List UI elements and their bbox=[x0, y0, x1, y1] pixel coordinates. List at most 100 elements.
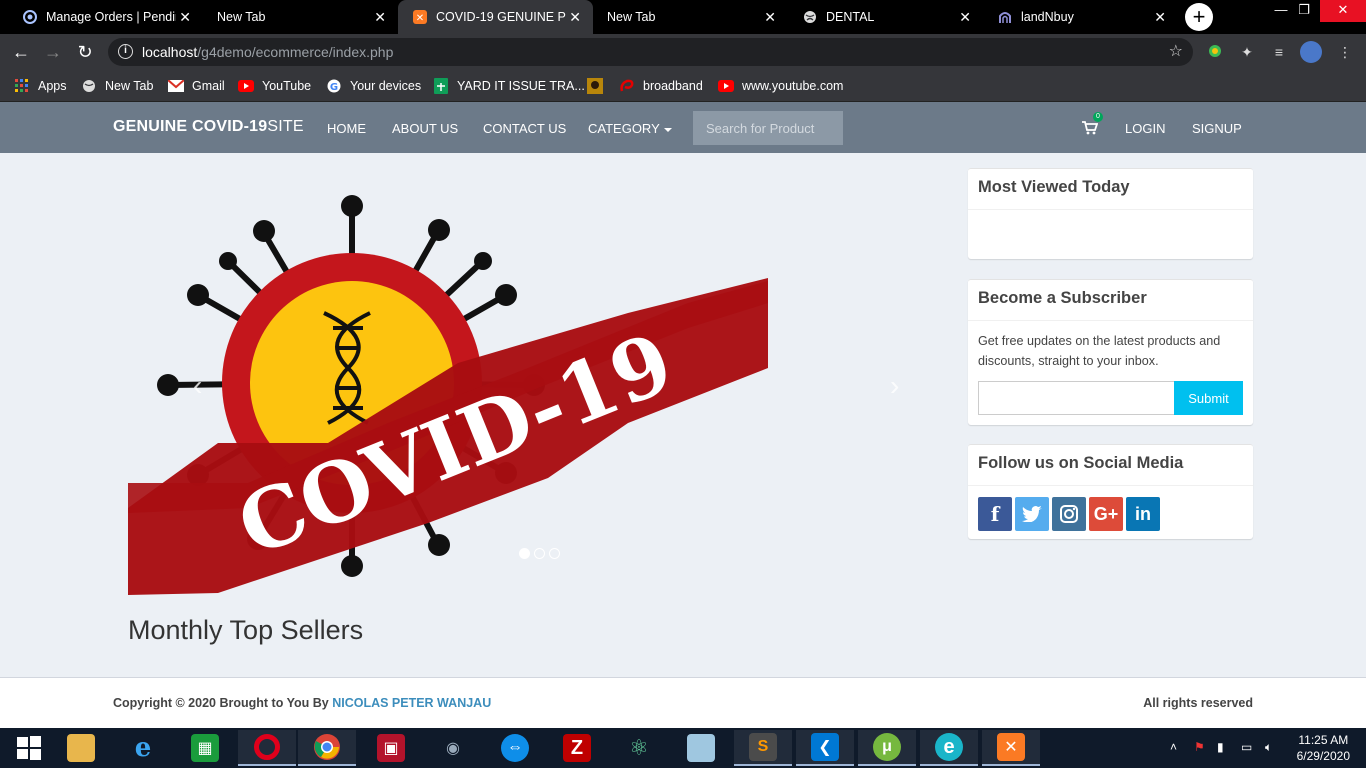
taskbar-opera[interactable] bbox=[238, 730, 296, 766]
bookmark-your-devices[interactable]: G Your devices bbox=[326, 77, 421, 95]
shopping-cart-icon[interactable] bbox=[1082, 121, 1098, 135]
media-queue-icon[interactable]: ≡ bbox=[1270, 43, 1288, 61]
taskbar-filezilla[interactable]: Z bbox=[548, 730, 606, 766]
taskbar-teamviewer[interactable]: ⇔ bbox=[486, 730, 544, 766]
back-button[interactable]: ← bbox=[10, 41, 32, 63]
system-clock[interactable]: 11:25 AM 6/29/2020 bbox=[1297, 732, 1350, 764]
bookmark-apps[interactable]: Apps bbox=[14, 77, 67, 95]
extension-icon[interactable] bbox=[1206, 43, 1224, 61]
window-close-button[interactable]: ✕ bbox=[1320, 0, 1366, 22]
bookmark-label: Gmail bbox=[192, 79, 225, 93]
bookmark-broadband[interactable]: broadband bbox=[619, 77, 703, 95]
browser-tab[interactable]: New Tab ✕ bbox=[203, 0, 398, 34]
taskbar-chrome[interactable] bbox=[298, 730, 356, 766]
browser-tab[interactable]: Manage Orders | Pending ✕ bbox=[8, 0, 203, 34]
browser-tab[interactable]: landNbuy ✕ bbox=[983, 0, 1178, 34]
taskbar-internet-explorer[interactable]: e bbox=[114, 730, 172, 766]
taskbar-notes[interactable] bbox=[672, 730, 730, 766]
carousel-prev-button[interactable]: ‹ bbox=[193, 370, 202, 402]
youtube-icon bbox=[718, 78, 734, 94]
submit-button[interactable]: Submit bbox=[1174, 381, 1243, 415]
windows-taskbar: e ▦ ▣ ◉ ⇔ Z ⚛ S ❮ μ e ✕ ˄ ⚑ ▮ ▭ 🔈︎ 11:25… bbox=[0, 728, 1366, 768]
browser-tab[interactable]: DENTAL ✕ bbox=[788, 0, 983, 34]
nav-about-us[interactable]: ABOUT US bbox=[392, 121, 458, 136]
url-path: /g4demo/ecommerce/index.php bbox=[197, 44, 394, 60]
carousel-next-button[interactable]: › bbox=[890, 370, 899, 402]
bookmark-photo[interactable] bbox=[587, 77, 611, 95]
tab-title: New Tab bbox=[607, 10, 656, 24]
bookmark-star-icon[interactable]: ☆ bbox=[1169, 38, 1183, 66]
subscriber-email-input[interactable] bbox=[978, 381, 1174, 415]
menu-dots-icon[interactable]: ⋮ bbox=[1336, 43, 1354, 61]
profile-avatar[interactable] bbox=[1300, 41, 1322, 63]
tab-title: New Tab bbox=[217, 10, 266, 24]
close-icon[interactable]: ✕ bbox=[179, 9, 191, 25]
brand-light: SITE bbox=[267, 118, 304, 135]
address-bar[interactable]: i localhost/g4demo/ecommerce/index.php ☆ bbox=[108, 38, 1193, 66]
nav-category-dropdown[interactable]: CATEGORY bbox=[588, 121, 672, 136]
close-icon[interactable]: ✕ bbox=[374, 9, 386, 25]
taskbar-app[interactable]: ◉ bbox=[424, 730, 482, 766]
bookmark-label: Your devices bbox=[350, 79, 422, 93]
filezilla-icon: Z bbox=[563, 734, 591, 762]
product-search-input[interactable] bbox=[693, 111, 843, 145]
bookmark-youtube[interactable]: YouTube bbox=[238, 77, 311, 95]
author-link[interactable]: NICOLAS PETER WANJAU bbox=[332, 696, 491, 710]
reload-button[interactable]: ↻ bbox=[74, 41, 96, 63]
taskbar-atom[interactable]: ⚛ bbox=[610, 730, 668, 766]
linkedin-icon[interactable]: in bbox=[1126, 497, 1160, 531]
nav-contact-us[interactable]: CONTACT US bbox=[483, 121, 566, 136]
taskbar-xampp[interactable]: ✕ bbox=[982, 730, 1040, 766]
browser-toolbar: ← → ↻ i localhost/g4demo/ecommerce/index… bbox=[0, 34, 1366, 70]
close-icon[interactable]: ✕ bbox=[1154, 9, 1166, 25]
taskbar-utorrent[interactable]: μ bbox=[858, 730, 916, 766]
taskbar-edge-app[interactable]: e bbox=[920, 730, 978, 766]
tray-battery-icon[interactable]: ▮ bbox=[1217, 740, 1224, 754]
taskbar-file-explorer[interactable] bbox=[52, 730, 110, 766]
tab-title: landNbuy bbox=[1021, 10, 1074, 24]
extensions-puzzle-icon[interactable]: ✦ bbox=[1238, 43, 1256, 61]
nav-home[interactable]: HOME bbox=[327, 121, 366, 136]
info-icon[interactable]: i bbox=[118, 44, 133, 59]
bookmark-label: YouTube bbox=[262, 79, 312, 93]
nav-login[interactable]: LOGIN bbox=[1125, 121, 1165, 136]
hero-carousel[interactable]: COVID-19 bbox=[128, 153, 768, 595]
tray-volume-icon[interactable]: 🔈︎ bbox=[1265, 740, 1272, 755]
tray-network-icon[interactable]: ▭ bbox=[1241, 740, 1252, 754]
e-app-icon: e bbox=[935, 733, 963, 761]
start-button[interactable] bbox=[0, 730, 58, 766]
xampp-icon: ✕ bbox=[412, 9, 428, 25]
carousel-indicator[interactable] bbox=[549, 548, 560, 559]
carousel-indicator[interactable] bbox=[519, 548, 530, 559]
taskbar-sublime[interactable]: S bbox=[734, 730, 792, 766]
taskbar-store[interactable]: ▦ bbox=[176, 730, 234, 766]
facebook-icon[interactable]: f bbox=[978, 497, 1012, 531]
site-brand[interactable]: GENUINE COVID-19SITE bbox=[113, 118, 304, 136]
airtel-icon bbox=[619, 78, 635, 94]
restore-button[interactable]: ❐ bbox=[1285, 0, 1323, 22]
close-icon[interactable]: ✕ bbox=[764, 9, 776, 25]
tray-chevron-icon[interactable]: ˄ bbox=[1170, 740, 1177, 754]
tray-flag-icon[interactable]: ⚑ bbox=[1194, 740, 1205, 754]
forward-button[interactable]: → bbox=[42, 41, 64, 63]
nav-signup[interactable]: SIGNUP bbox=[1192, 121, 1242, 136]
bookmark-youtube-com[interactable]: www.youtube.com bbox=[718, 77, 843, 95]
box-title: Become a Subscriber bbox=[968, 280, 1253, 321]
bookmark-new-tab[interactable]: New Tab bbox=[81, 77, 153, 95]
subscriber-box: Become a Subscriber Get free updates on … bbox=[968, 279, 1253, 425]
taskbar-app[interactable]: ▣ bbox=[362, 730, 420, 766]
close-icon[interactable]: ✕ bbox=[959, 9, 971, 25]
browser-tab[interactable]: New Tab ✕ bbox=[593, 0, 788, 34]
close-icon[interactable]: ✕ bbox=[569, 9, 581, 25]
instagram-icon[interactable] bbox=[1052, 497, 1086, 531]
bookmark-yard-it[interactable]: YARD IT ISSUE TRA... bbox=[433, 77, 585, 95]
bookmark-gmail[interactable]: Gmail bbox=[168, 77, 225, 95]
browser-tab-active[interactable]: ✕ COVID-19 GENUINE PRODUCTS ✕ bbox=[398, 0, 593, 34]
section-title: Monthly Top Sellers bbox=[128, 615, 364, 645]
new-tab-button[interactable]: + bbox=[1185, 3, 1213, 31]
google-plus-icon[interactable]: G+ bbox=[1089, 497, 1123, 531]
twitter-icon[interactable] bbox=[1015, 497, 1049, 531]
carousel-indicator[interactable] bbox=[534, 548, 545, 559]
gmail-icon bbox=[168, 78, 184, 94]
taskbar-vscode[interactable]: ❮ bbox=[796, 730, 854, 766]
